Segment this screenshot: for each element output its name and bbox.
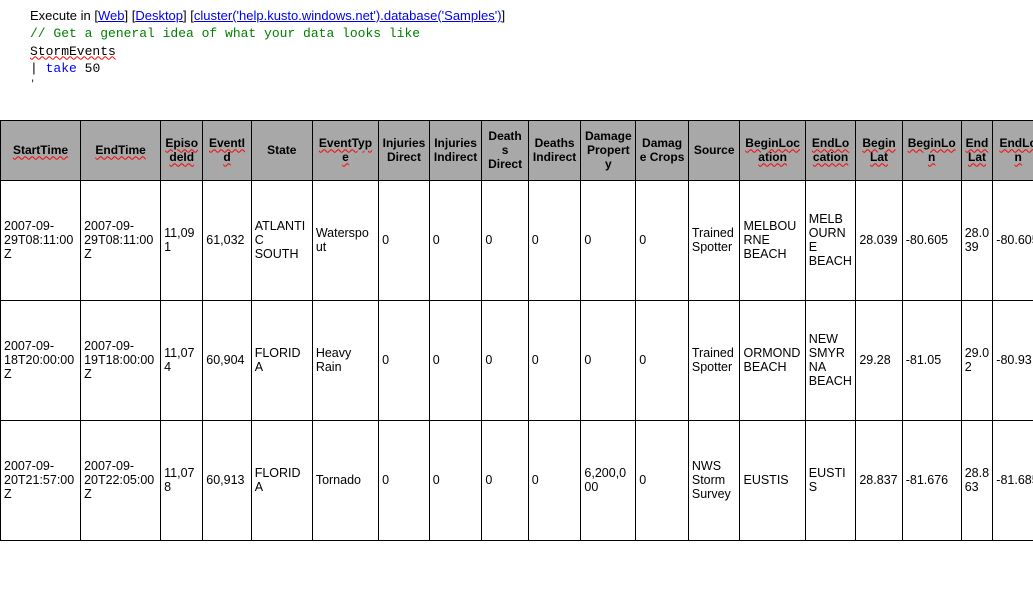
cell-EndLocation[interactable]: EUSTIS [805, 420, 856, 540]
cell-InjuriesIndirect[interactable]: 0 [429, 300, 482, 420]
cell-DeathsDirect[interactable]: 0 [482, 300, 528, 420]
col-EpisodeId[interactable]: EpisodeId [161, 120, 203, 180]
cell-EndLon[interactable]: -81.685 [993, 420, 1033, 540]
cell-State[interactable]: FLORIDA [251, 420, 312, 540]
cell-BeginLon[interactable]: -81.676 [902, 420, 961, 540]
cell-EpisodeId[interactable]: 11,078 [161, 420, 203, 540]
col-EndLat[interactable]: EndLat [961, 120, 993, 180]
cell-EpisodeId[interactable]: 11,074 [161, 300, 203, 420]
cell-EndLocation[interactable]: MELBOURNE BEACH [805, 180, 856, 300]
query-editor[interactable]: // Get a general idea of what your data … [30, 25, 1023, 90]
col-DamageCrops[interactable]: Damage Crops [636, 120, 689, 180]
link-cluster[interactable]: cluster('help.kusto.windows.net').databa… [194, 8, 502, 23]
cell-Source[interactable]: Trained Spotter [688, 300, 740, 420]
results-table: StartTimeEndTimeEpisodeIdEventIdStateEve… [0, 120, 1033, 541]
cell-EndLat[interactable]: 28.039 [961, 180, 993, 300]
col-StartTime[interactable]: StartTime [1, 120, 81, 180]
cell-EpisodeId[interactable]: 11,091 [161, 180, 203, 300]
link-web[interactable]: Web [98, 8, 125, 23]
cell-BeginLocation[interactable]: EUSTIS [740, 420, 805, 540]
cell-EndLon[interactable]: -80.93 [993, 300, 1033, 420]
cell-BeginLat[interactable]: 29.28 [856, 300, 902, 420]
cell-DeathsIndirect[interactable]: 0 [528, 180, 581, 300]
col-DeathsDirect[interactable]: Deaths Direct [482, 120, 528, 180]
cell-EventType[interactable]: Heavy Rain [312, 300, 378, 420]
col-BeginLat[interactable]: BeginLat [856, 120, 902, 180]
code-pipe: | [30, 61, 38, 76]
col-BeginLocation[interactable]: BeginLocation [740, 120, 805, 180]
execute-label: Execute in [30, 8, 91, 23]
col-DamageProperty[interactable]: Damage Property [581, 120, 636, 180]
cell-EndTime[interactable]: 2007-09-20T22:05:00Z [81, 420, 161, 540]
col-BeginLon[interactable]: BeginLon [902, 120, 961, 180]
caret-mark: ' [30, 78, 1023, 90]
cell-StartTime[interactable]: 2007-09-20T21:57:00Z [1, 420, 81, 540]
cell-BeginLat[interactable]: 28.837 [856, 420, 902, 540]
cell-Source[interactable]: Trained Spotter [688, 180, 740, 300]
cell-BeginLon[interactable]: -81.05 [902, 300, 961, 420]
cell-BeginLocation[interactable]: MELBOURNE BEACH [740, 180, 805, 300]
cell-DeathsDirect[interactable]: 0 [482, 180, 528, 300]
cell-BeginLon[interactable]: -80.605 [902, 180, 961, 300]
cell-EndLocation[interactable]: NEW SMYRNA BEACH [805, 300, 856, 420]
code-comment: // Get a general idea of what your data … [30, 26, 420, 41]
cell-InjuriesIndirect[interactable]: 0 [429, 180, 482, 300]
cell-EndLat[interactable]: 28.863 [961, 420, 993, 540]
results-grid-wrapper: StartTimeEndTimeEpisodeIdEventIdStateEve… [0, 120, 1033, 541]
code-identifier: StormEvents [30, 44, 116, 59]
cell-Source[interactable]: NWS Storm Survey [688, 420, 740, 540]
cell-BeginLocation[interactable]: ORMOND BEACH [740, 300, 805, 420]
col-Source[interactable]: Source [688, 120, 740, 180]
col-EndLon[interactable]: EndLon [993, 120, 1033, 180]
cell-State[interactable]: FLORIDA [251, 300, 312, 420]
col-EventType[interactable]: EventType [312, 120, 378, 180]
col-DeathsIndirect[interactable]: Deaths Indirect [528, 120, 581, 180]
cell-InjuriesIndirect[interactable]: 0 [429, 420, 482, 540]
table-row[interactable]: 2007-09-20T21:57:00Z2007-09-20T22:05:00Z… [1, 420, 1033, 540]
cell-DamageCrops[interactable]: 0 [636, 180, 689, 300]
link-desktop[interactable]: Desktop [135, 8, 183, 23]
cell-EndLat[interactable]: 29.02 [961, 300, 993, 420]
col-EventId[interactable]: EventId [203, 120, 251, 180]
cell-DamageProperty[interactable]: 0 [581, 300, 636, 420]
execute-header: Execute in [Web] [Desktop] [cluster('hel… [30, 8, 1023, 23]
cell-DamageProperty[interactable]: 0 [581, 180, 636, 300]
table-row[interactable]: 2007-09-18T20:00:00Z2007-09-19T18:00:00Z… [1, 300, 1033, 420]
cell-InjuriesDirect[interactable]: 0 [379, 420, 430, 540]
table-header-row: StartTimeEndTimeEpisodeIdEventIdStateEve… [1, 120, 1033, 180]
cell-EventId[interactable]: 60,913 [203, 420, 251, 540]
cell-EventId[interactable]: 60,904 [203, 300, 251, 420]
cell-EndTime[interactable]: 2007-09-19T18:00:00Z [81, 300, 161, 420]
code-number: 50 [85, 61, 101, 76]
cell-DeathsDirect[interactable]: 0 [482, 420, 528, 540]
col-EndLocation[interactable]: EndLocation [805, 120, 856, 180]
cell-EndTime[interactable]: 2007-09-29T08:11:00Z [81, 180, 161, 300]
col-EndTime[interactable]: EndTime [81, 120, 161, 180]
col-InjuriesIndirect[interactable]: Injuries Indirect [429, 120, 482, 180]
cell-StartTime[interactable]: 2007-09-29T08:11:00Z [1, 180, 81, 300]
cell-InjuriesDirect[interactable]: 0 [379, 180, 430, 300]
col-State[interactable]: State [251, 120, 312, 180]
cell-BeginLat[interactable]: 28.039 [856, 180, 902, 300]
cell-DamageCrops[interactable]: 0 [636, 420, 689, 540]
cell-EndLon[interactable]: -80.605 [993, 180, 1033, 300]
cell-DamageCrops[interactable]: 0 [636, 300, 689, 420]
table-row[interactable]: 2007-09-29T08:11:00Z2007-09-29T08:11:00Z… [1, 180, 1033, 300]
code-keyword: take [46, 61, 77, 76]
cell-EventId[interactable]: 61,032 [203, 180, 251, 300]
cell-EventType[interactable]: Waterspout [312, 180, 378, 300]
cell-DeathsIndirect[interactable]: 0 [528, 300, 581, 420]
cell-DamageProperty[interactable]: 6,200,000 [581, 420, 636, 540]
col-InjuriesDirect[interactable]: Injuries Direct [379, 120, 430, 180]
cell-DeathsIndirect[interactable]: 0 [528, 420, 581, 540]
cell-InjuriesDirect[interactable]: 0 [379, 300, 430, 420]
cell-EventType[interactable]: Tornado [312, 420, 378, 540]
cell-State[interactable]: ATLANTIC SOUTH [251, 180, 312, 300]
cell-StartTime[interactable]: 2007-09-18T20:00:00Z [1, 300, 81, 420]
